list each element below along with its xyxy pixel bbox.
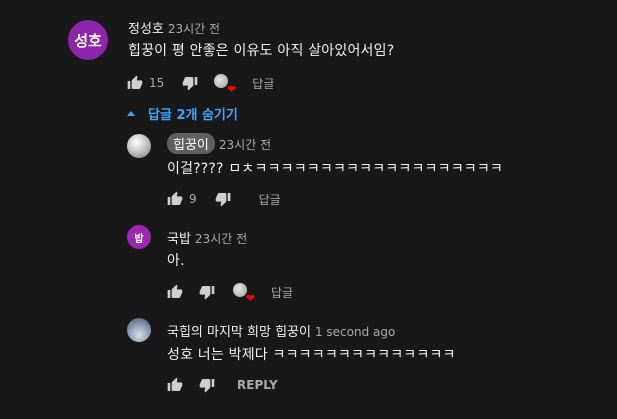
reply-author[interactable]: 국밥 bbox=[167, 232, 191, 247]
avatar[interactable] bbox=[127, 134, 151, 158]
reply-button[interactable]: 답글 bbox=[259, 191, 281, 208]
thumbs-up-icon[interactable] bbox=[167, 191, 183, 207]
reply-text: 이걸???? ㅁㅊㅋㅋㅋㅋㅋㅋㅋㅋㅋㅋㅋㅋㅋㅋㅋㅋㅋㅋㅋ bbox=[167, 161, 504, 177]
reply-button[interactable]: 답글 bbox=[252, 75, 274, 92]
reply-time[interactable]: 23시간 전 bbox=[219, 138, 271, 152]
avatar-initials: 밥 bbox=[134, 233, 144, 245]
reply-header: 국힙의 마지막 희망 힙꿍이 1 second ago bbox=[167, 321, 395, 340]
thumbs-up-icon[interactable] bbox=[167, 284, 183, 300]
thumbs-down-icon[interactable] bbox=[199, 377, 215, 393]
heart-icon: ❤ bbox=[227, 83, 237, 96]
hide-replies-button[interactable]: 답글 2개 숨기기 bbox=[126, 104, 238, 123]
like-count: 9 bbox=[189, 192, 197, 206]
reply-header: 힙꿍이 23시간 전 bbox=[167, 133, 271, 154]
avatar[interactable] bbox=[127, 318, 151, 342]
reply-text: 아. bbox=[167, 253, 185, 269]
comment-header: 정성호 23시간 전 bbox=[128, 18, 220, 37]
reply-time[interactable]: 1 second ago bbox=[315, 325, 395, 339]
avatar[interactable]: 밥 bbox=[127, 225, 151, 249]
reply-time[interactable]: 23시간 전 bbox=[195, 232, 247, 246]
reply-button[interactable]: 답글 bbox=[271, 284, 293, 301]
creator-author-badge[interactable]: 힙꿍이 bbox=[167, 133, 215, 154]
reply-author[interactable]: 국힙의 마지막 희망 힙꿍이 bbox=[167, 325, 311, 340]
comment-author[interactable]: 정성호 bbox=[128, 22, 164, 37]
avatar[interactable]: 성호 bbox=[68, 20, 108, 60]
thumbs-up-icon[interactable] bbox=[167, 377, 183, 393]
reply-actions: 9 답글 bbox=[167, 190, 281, 208]
reply-button[interactable]: REPLY bbox=[237, 378, 278, 392]
hide-replies-label: 답글 2개 숨기기 bbox=[148, 108, 238, 123]
comment-time[interactable]: 23시간 전 bbox=[168, 22, 220, 36]
avatar-initials: 성호 bbox=[74, 31, 102, 50]
reply-actions: ❤ 답글 bbox=[167, 283, 293, 304]
reply-text: 성호 너는 박제다 ㅋㅋㅋㅋㅋㅋㅋㅋㅋㅋㅋㅋㅋㅋ bbox=[167, 347, 456, 363]
comment-text: 힙꿍이 평 안좋은 이유도 아직 살아있어서임? bbox=[128, 43, 395, 59]
reply-header: 국밥 23시간 전 bbox=[167, 228, 247, 247]
thumbs-down-icon[interactable] bbox=[199, 284, 215, 300]
creator-heart-icon: ❤ bbox=[233, 283, 255, 304]
heart-icon: ❤ bbox=[245, 292, 255, 305]
reply-actions: REPLY bbox=[167, 376, 278, 394]
creator-heart-icon: ❤ bbox=[214, 74, 236, 95]
chevron-up-icon bbox=[126, 110, 136, 118]
thumbs-down-icon[interactable] bbox=[182, 75, 198, 91]
like-count: 15 bbox=[149, 76, 165, 90]
comment-actions: 15 ❤ 답글 bbox=[127, 74, 274, 95]
thumbs-up-icon[interactable] bbox=[127, 75, 143, 91]
thumbs-down-icon[interactable] bbox=[215, 191, 231, 207]
